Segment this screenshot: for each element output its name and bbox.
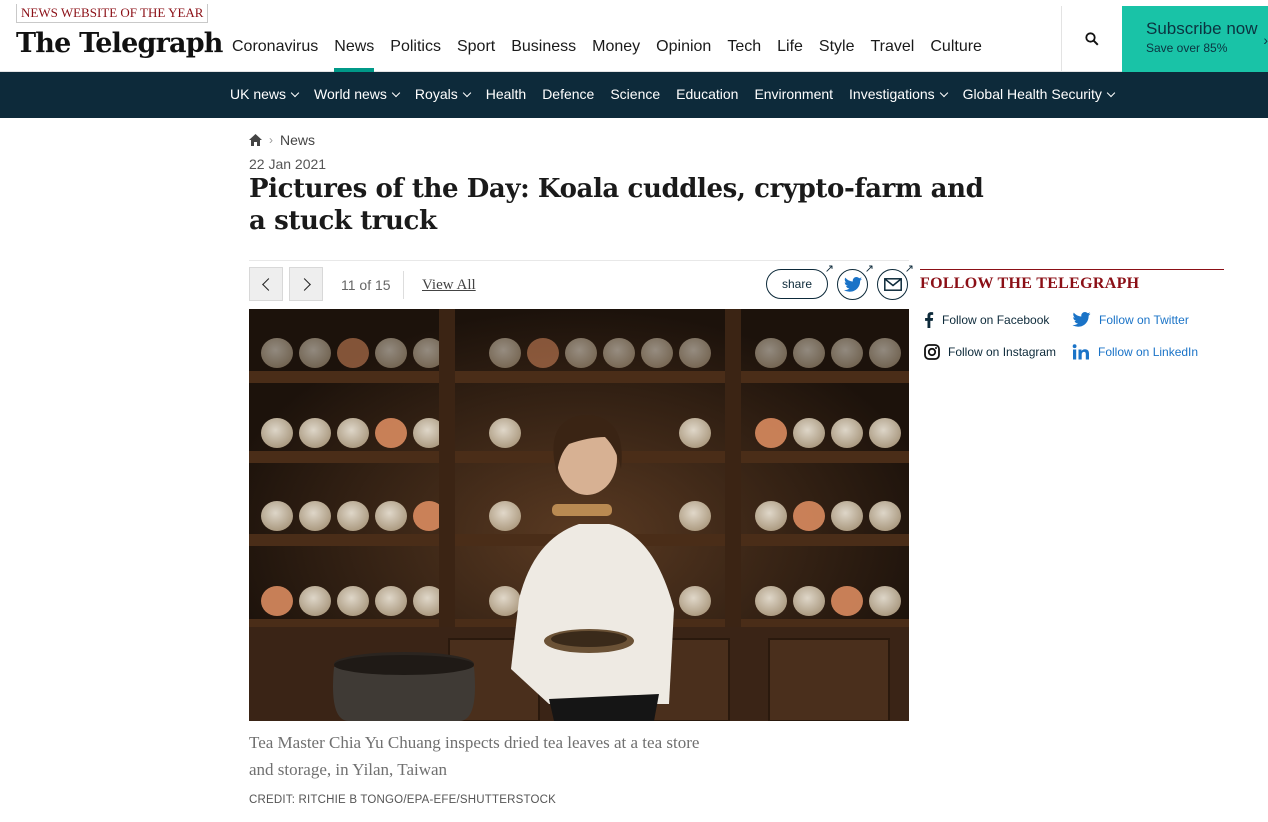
twitter-icon — [1072, 312, 1091, 327]
main-nav-item-news[interactable]: News — [326, 0, 382, 72]
main-nav-item-money[interactable]: Money — [584, 0, 648, 72]
external-arrow-icon: ↗ — [904, 263, 914, 275]
section-nav-item-global-health-security[interactable]: Global Health Security — [955, 72, 1122, 118]
article-headline: Pictures of the Day: Koala cuddles, cryp… — [249, 174, 984, 236]
follow-twitter-link[interactable]: Follow on Twitter — [1072, 312, 1189, 327]
main-nav-item-culture[interactable]: Culture — [922, 0, 990, 72]
site-header: NEWS WEBSITE OF THE YEAR The Telegraph C… — [0, 0, 1268, 72]
telegraph-logo[interactable]: The Telegraph — [16, 28, 223, 59]
follow-facebook-label: Follow on Facebook — [942, 313, 1050, 327]
subscribe-title: Subscribe now — [1146, 19, 1258, 38]
share-twitter-button[interactable]: ↗ — [837, 264, 874, 300]
section-nav-item-defence[interactable]: Defence — [534, 72, 602, 118]
breadcrumb-news-link[interactable]: News — [280, 132, 315, 148]
follow-linkedin-label: Follow on LinkedIn — [1098, 345, 1199, 359]
external-arrow-icon: ↗ — [864, 263, 874, 275]
twitter-icon — [843, 277, 862, 292]
chevron-down-icon — [462, 88, 471, 98]
section-nav-label: Global Health Security — [962, 86, 1102, 102]
main-nav-item-coronavirus[interactable]: Coronavirus — [224, 0, 326, 72]
main-nav-item-style[interactable]: Style — [811, 0, 863, 72]
follow-linkedin-link[interactable]: Follow on LinkedIn — [1072, 344, 1198, 360]
share-label: share — [781, 277, 813, 291]
image-caption: Tea Master Chia Yu Chuang inspects dried… — [249, 733, 700, 779]
tea-master-photo — [249, 309, 909, 721]
section-nav-item-education[interactable]: Education — [668, 72, 746, 118]
article-date: 22 Jan 2021 — [249, 156, 327, 172]
award-badge: NEWS WEBSITE OF THE YEAR — [16, 4, 209, 23]
linkedin-icon — [1072, 344, 1089, 360]
section-nav-item-health[interactable]: Health — [478, 72, 534, 118]
image-counter: 11 of 15 — [341, 277, 391, 293]
search-button[interactable] — [1061, 6, 1122, 72]
follow-twitter-label: Follow on Twitter — [1099, 312, 1189, 327]
share-email-button[interactable]: ↗ — [877, 264, 914, 300]
follow-facebook-link[interactable]: Follow on Facebook — [924, 312, 1049, 328]
section-nav-label: World news — [314, 86, 387, 102]
follow-telegraph-panel: FOLLOW THE TELEGRAPH Follow on Facebook … — [920, 269, 1224, 360]
main-nav-item-tech[interactable]: Tech — [719, 0, 769, 72]
section-nav-label: UK news — [230, 86, 287, 102]
previous-image-button[interactable] — [249, 267, 283, 301]
section-nav: UK news World news Royals Health Defence Scie… — [0, 72, 1268, 118]
section-nav-label: Defence — [542, 86, 595, 102]
section-nav-label: Science — [610, 86, 661, 102]
gallery-toolbar: 11 of 15 View All share ↗ ↗ ↗ — [249, 260, 914, 309]
subscribe-subtitle: Save over 85% — [1146, 41, 1228, 55]
section-nav-items: UK news World news Royals Health Defence Scie… — [222, 72, 1122, 118]
instagram-icon — [924, 344, 940, 360]
section-nav-item-environment[interactable]: Environment — [746, 72, 841, 118]
external-arrow-icon: ↗ — [824, 263, 834, 275]
main-nav-item-life[interactable]: Life — [769, 0, 811, 72]
follow-title: FOLLOW THE TELEGRAPH — [920, 275, 1140, 292]
main-nav-item-opinion[interactable]: Opinion — [648, 0, 719, 72]
chevron-right-icon: › — [1263, 32, 1268, 48]
share-button[interactable]: share ↗ — [766, 264, 834, 299]
section-nav-item-world-news[interactable]: World news — [306, 72, 407, 118]
divider — [403, 271, 404, 299]
section-nav-label: Environment — [754, 86, 834, 102]
chevron-down-icon — [939, 88, 948, 98]
section-nav-label: Investigations — [849, 86, 935, 102]
breadcrumb-separator: › — [269, 133, 273, 147]
chevron-down-icon — [391, 88, 401, 98]
section-nav-label: Education — [676, 86, 739, 102]
gallery-image[interactable] — [249, 309, 909, 721]
subscribe-button[interactable]: Subscribe now Save over 85% › — [1122, 6, 1268, 72]
chevron-down-icon — [1106, 88, 1116, 98]
section-nav-item-uk-news[interactable]: UK news — [222, 72, 306, 118]
follow-instagram-link[interactable]: Follow on Instagram — [924, 344, 1056, 360]
section-nav-label: Health — [485, 86, 527, 102]
chevron-left-icon — [262, 278, 275, 291]
main-nav-item-business[interactable]: Business — [503, 0, 584, 72]
facebook-icon — [925, 312, 934, 328]
section-nav-item-investigations[interactable]: Investigations — [841, 72, 955, 118]
section-nav-item-science[interactable]: Science — [602, 72, 668, 118]
main-nav-item-politics[interactable]: Politics — [382, 0, 449, 72]
home-icon[interactable] — [249, 134, 262, 146]
chevron-right-icon — [298, 278, 311, 291]
main-nav: Coronavirus News Politics Sport Business Mone… — [224, 0, 990, 72]
main-nav-item-travel[interactable]: Travel — [863, 0, 923, 72]
view-all-link[interactable]: View All — [422, 277, 476, 294]
image-credit: CREDIT: RITCHIE B TONGO/EPA-EFE/SHUTTERS… — [249, 794, 556, 806]
next-image-button[interactable] — [289, 267, 323, 301]
envelope-icon — [883, 278, 902, 291]
search-icon — [1085, 32, 1099, 46]
follow-instagram-label: Follow on Instagram — [948, 345, 1057, 359]
main-nav-item-sport[interactable]: Sport — [449, 0, 503, 72]
section-nav-label: Royals — [414, 86, 458, 102]
breadcrumb: › News — [249, 131, 315, 149]
section-nav-item-royals[interactable]: Royals — [407, 72, 478, 118]
chevron-down-icon — [290, 88, 300, 98]
